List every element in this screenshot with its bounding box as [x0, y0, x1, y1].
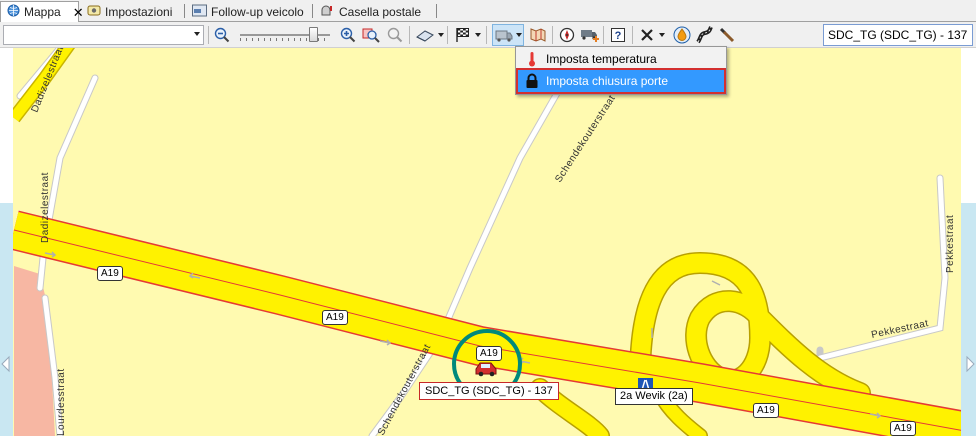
fuel-button[interactable]: [672, 25, 692, 45]
hammer-icon: [719, 27, 735, 43]
tab-separator: [184, 4, 185, 18]
pin-tool-button[interactable]: [717, 25, 737, 45]
tab-label: Impostazioni: [105, 4, 173, 19]
tab-separator: [312, 4, 313, 18]
layer-combo[interactable]: [3, 25, 204, 45]
toolbar-separator: [447, 26, 448, 44]
vehicle-car-icon[interactable]: [473, 359, 499, 377]
toolbar-separator: [603, 26, 604, 44]
compass-button[interactable]: [557, 25, 577, 45]
zoom-in-button[interactable]: [338, 25, 358, 45]
globe-icon: [7, 4, 20, 20]
chevron-down-icon[interactable]: [516, 33, 522, 37]
truck-command-icon: [495, 30, 513, 42]
zoom-slider-thumb[interactable]: [309, 27, 318, 42]
tab-label: Follow-up veicolo: [211, 4, 304, 19]
toolbar-separator: [208, 26, 209, 44]
tab-casella-postale[interactable]: Casella postale: [314, 1, 427, 22]
compass-icon: [559, 27, 575, 43]
toolbar: ? SDC_TG (SDC_TG) - 137: [0, 22, 976, 48]
zoom-in-icon: [340, 27, 356, 43]
route-shield: A19: [322, 310, 348, 325]
menu-item-label: Imposta chiusura porte: [546, 74, 669, 88]
toolbar-separator: [409, 26, 410, 44]
zoom-fit-button[interactable]: [385, 25, 405, 45]
chevron-down-icon[interactable]: [475, 33, 481, 37]
help-button[interactable]: ?: [608, 25, 628, 45]
route-shield: A19: [890, 421, 916, 436]
vehicle-label[interactable]: SDC_TG (SDC_TG) - 137: [419, 382, 559, 400]
map-book-icon: [530, 28, 546, 42]
exit-label: 2a Wevik (2a): [615, 388, 693, 405]
tab-label: Casella postale: [339, 4, 422, 19]
fuel-drop-icon: [673, 26, 691, 44]
vehicle-command-menu: Imposta temperatura Imposta chiusura por…: [515, 46, 727, 95]
toolbar-separator: [632, 26, 633, 44]
vehicle-command-button[interactable]: [494, 25, 514, 45]
close-icon: [641, 29, 653, 41]
mailbox-icon: [320, 4, 335, 20]
map-drawing: Dadizelestraat Schendekouterstraat Dadiz…: [8, 48, 976, 436]
vehicle-search-input[interactable]: SDC_TG (SDC_TG) - 137: [823, 24, 973, 46]
zoom-fit-icon: [387, 27, 403, 43]
tab-follow-up-veicolo[interactable]: Follow-up veicolo: [186, 1, 310, 22]
street-label: Dadizelestraat: [40, 172, 51, 243]
map-canvas[interactable]: Dadizelestraat Schendekouterstraat Dadiz…: [0, 48, 976, 436]
chevron-down-icon[interactable]: [438, 33, 444, 37]
zoom-out-icon: [214, 27, 230, 43]
add-vehicle-button[interactable]: [579, 25, 599, 45]
menu-item-imposta-chiusura-porte[interactable]: Imposta chiusura porte: [516, 68, 726, 94]
street-label: Lourdesstraat: [56, 368, 67, 436]
zoom-region-icon: [362, 28, 380, 43]
checkered-flag-icon: [456, 28, 469, 42]
road-icon: [696, 26, 713, 44]
map-application: Mappa ✕ Impostazioni Follow-up veicolo C…: [0, 0, 976, 436]
road-button[interactable]: [695, 25, 715, 45]
map-edge-left: [0, 48, 13, 436]
route-tool-button[interactable]: [414, 25, 436, 45]
tab-bar: Mappa ✕ Impostazioni Follow-up veicolo C…: [0, 0, 976, 23]
settings-icon: [87, 4, 101, 20]
tab-label: Mappa: [24, 5, 61, 19]
toolbar-separator: [552, 26, 553, 44]
tab-separator: [436, 4, 437, 18]
route-shield: A19: [97, 266, 123, 281]
svg-text:?: ?: [615, 30, 622, 42]
truck-window-icon: [192, 4, 207, 20]
thermometer-icon: [518, 51, 546, 67]
menu-item-label: Imposta temperatura: [546, 52, 657, 66]
toolbar-separator: [486, 26, 487, 44]
eraser-icon: [416, 30, 434, 42]
zoom-out-button[interactable]: [212, 25, 232, 45]
chevron-down-icon[interactable]: [194, 32, 200, 36]
route-shield: A19: [753, 403, 779, 418]
help-icon: ?: [611, 28, 625, 42]
street-label: Schendekouterstraat: [553, 93, 618, 184]
destination-flag-button[interactable]: [452, 25, 472, 45]
tab-mappa[interactable]: Mappa ✕: [0, 1, 84, 23]
street-label: Pekkestraat: [945, 215, 956, 273]
map-book-button[interactable]: [528, 25, 548, 45]
truck-add-icon: [581, 30, 599, 42]
menu-item-imposta-temperatura[interactable]: Imposta temperatura: [518, 48, 724, 70]
lock-icon: [518, 73, 546, 89]
map-edge-right: [961, 48, 976, 436]
tab-impostazioni[interactable]: Impostazioni: [81, 1, 178, 22]
clear-button[interactable]: [637, 25, 657, 45]
zoom-area-button[interactable]: [361, 25, 381, 45]
chevron-down-icon[interactable]: [659, 33, 665, 37]
